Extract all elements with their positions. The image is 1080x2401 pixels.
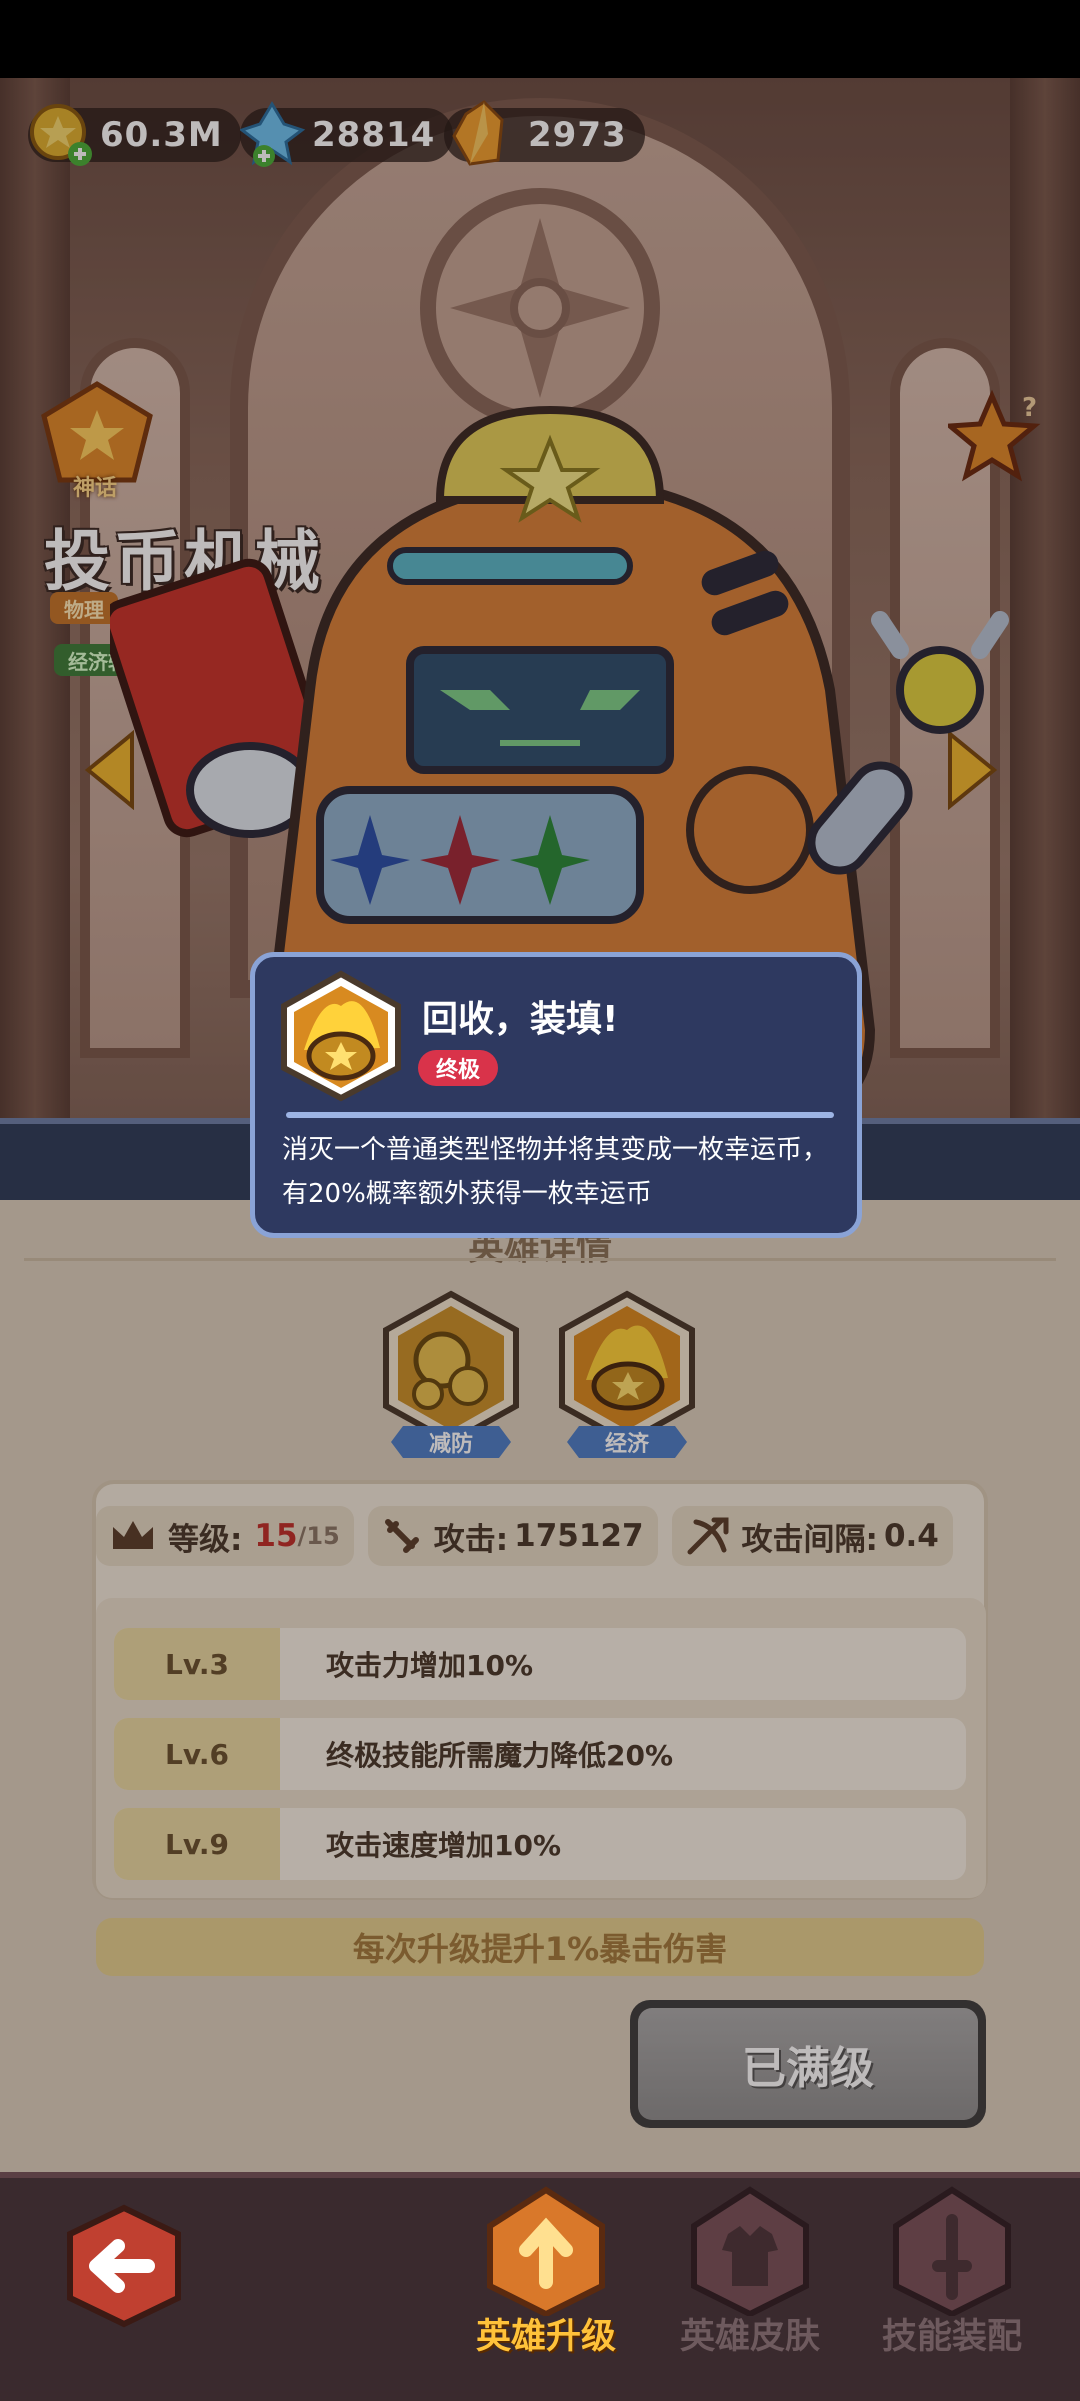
nav-label: 英雄皮肤	[679, 2317, 820, 2357]
back-arrow-icon[interactable]	[60, 2204, 188, 2328]
status-bar	[0, 0, 1080, 78]
nav-label: 技能装配	[881, 2317, 1022, 2357]
game-screen: 60.3M 28814 2973 神话 投币机械 物理 近战 经济辅助	[0, 0, 1080, 2401]
ultimate-skill-flaming-coin-icon	[281, 970, 401, 1102]
nav-skill-equip[interactable]: 技能装配	[852, 2186, 1052, 2386]
nav-hero-upgrade[interactable]: 英雄升级	[446, 2186, 646, 2386]
tooltip-divider	[286, 1112, 834, 1118]
tooltip-title: 回收，装填!	[422, 999, 619, 1040]
ultimate-tag: 终极	[418, 1050, 498, 1086]
upgrade-arrow-icon	[487, 2186, 605, 2318]
nav-hero-skin[interactable]: 英雄皮肤	[650, 2186, 850, 2386]
skin-shirt-icon	[691, 2186, 809, 2318]
sword-shield-icon	[893, 2186, 1011, 2318]
nav-label: 英雄升级	[475, 2317, 616, 2357]
tooltip-description: 消灭一个普通类型怪物并将其变成一枚幸运币，有20%概率额外获得一枚幸运币	[282, 1135, 829, 1209]
